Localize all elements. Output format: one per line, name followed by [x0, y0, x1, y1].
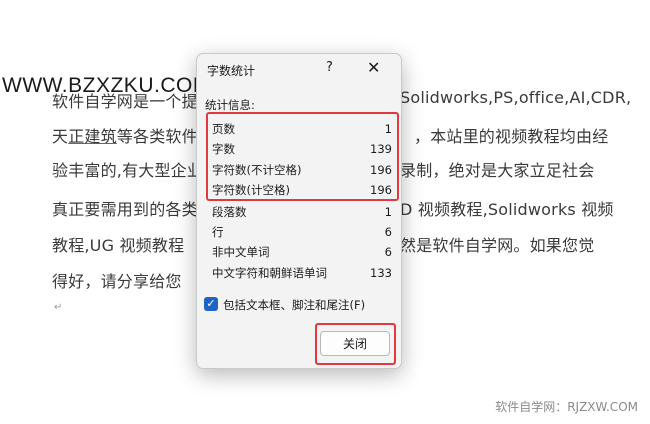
doc-line-3-left: 验丰富的,有大型企业: [52, 161, 204, 180]
stat-label: 行: [212, 225, 224, 239]
bottom-watermark: 软件自学网：RJZXW.COM: [495, 400, 638, 414]
doc-line-5-left: 教程,UG 视频教程: [52, 236, 185, 255]
underlined-word: 正建筑: [68, 127, 117, 146]
help-icon[interactable]: ?: [326, 60, 333, 75]
stat-row-non-chinese-words: 非中文单词 6: [212, 243, 392, 261]
stat-value: 6: [384, 245, 392, 259]
stat-row-lines: 行 6: [212, 223, 392, 241]
dialog-title: 字数统计: [207, 64, 256, 78]
include-textboxes-label[interactable]: 包括文本框、脚注和尾注(F): [223, 296, 365, 314]
stat-value: 1: [384, 205, 392, 219]
stat-label: 中文字符和朝鲜语单词: [212, 266, 327, 280]
stat-value: 6: [384, 225, 392, 239]
include-textboxes-checkbox[interactable]: ✓: [204, 297, 218, 311]
doc-line-2-left: 天正建筑等各类软件: [52, 127, 198, 146]
doc-line-1-right: Solidworks,PS,office,AI,CDR,: [400, 88, 632, 107]
doc-line-2-right: ，本站里的视频教程均由经: [414, 127, 609, 146]
doc-line-6-left: 得好，请分享给您: [52, 272, 182, 291]
doc-line-4-left: 真正要需用到的各类: [52, 200, 198, 219]
statistics-label: 统计信息:: [205, 98, 255, 112]
close-icon[interactable]: ✕: [367, 58, 380, 77]
stat-row-chinese-chars: 中文字符和朝鲜语单词 133: [212, 264, 392, 282]
doc-line-5-right: 然是软件自学网。如果您觉: [400, 236, 595, 255]
site-watermark: WWW.BZXZKU.COM: [2, 74, 211, 97]
doc-line-3-right: 录制，绝对是大家立足社会: [400, 161, 595, 180]
stat-label: 非中文单词: [212, 245, 270, 259]
word-count-dialog: 字数统计 ? ✕ 统计信息: 页数 1 字数 139 字符数(不计空格) 196…: [196, 53, 402, 369]
doc-line-4-right: D 视频教程,Solidworks 视频: [400, 200, 614, 219]
paragraph-mark-icon: ↵: [54, 302, 63, 313]
annotation-highlight-close: [315, 323, 396, 365]
annotation-highlight-stats: [206, 112, 399, 201]
stat-label: 段落数: [212, 205, 247, 219]
stat-row-paragraphs: 段落数 1: [212, 203, 392, 221]
stat-value: 133: [370, 266, 392, 280]
